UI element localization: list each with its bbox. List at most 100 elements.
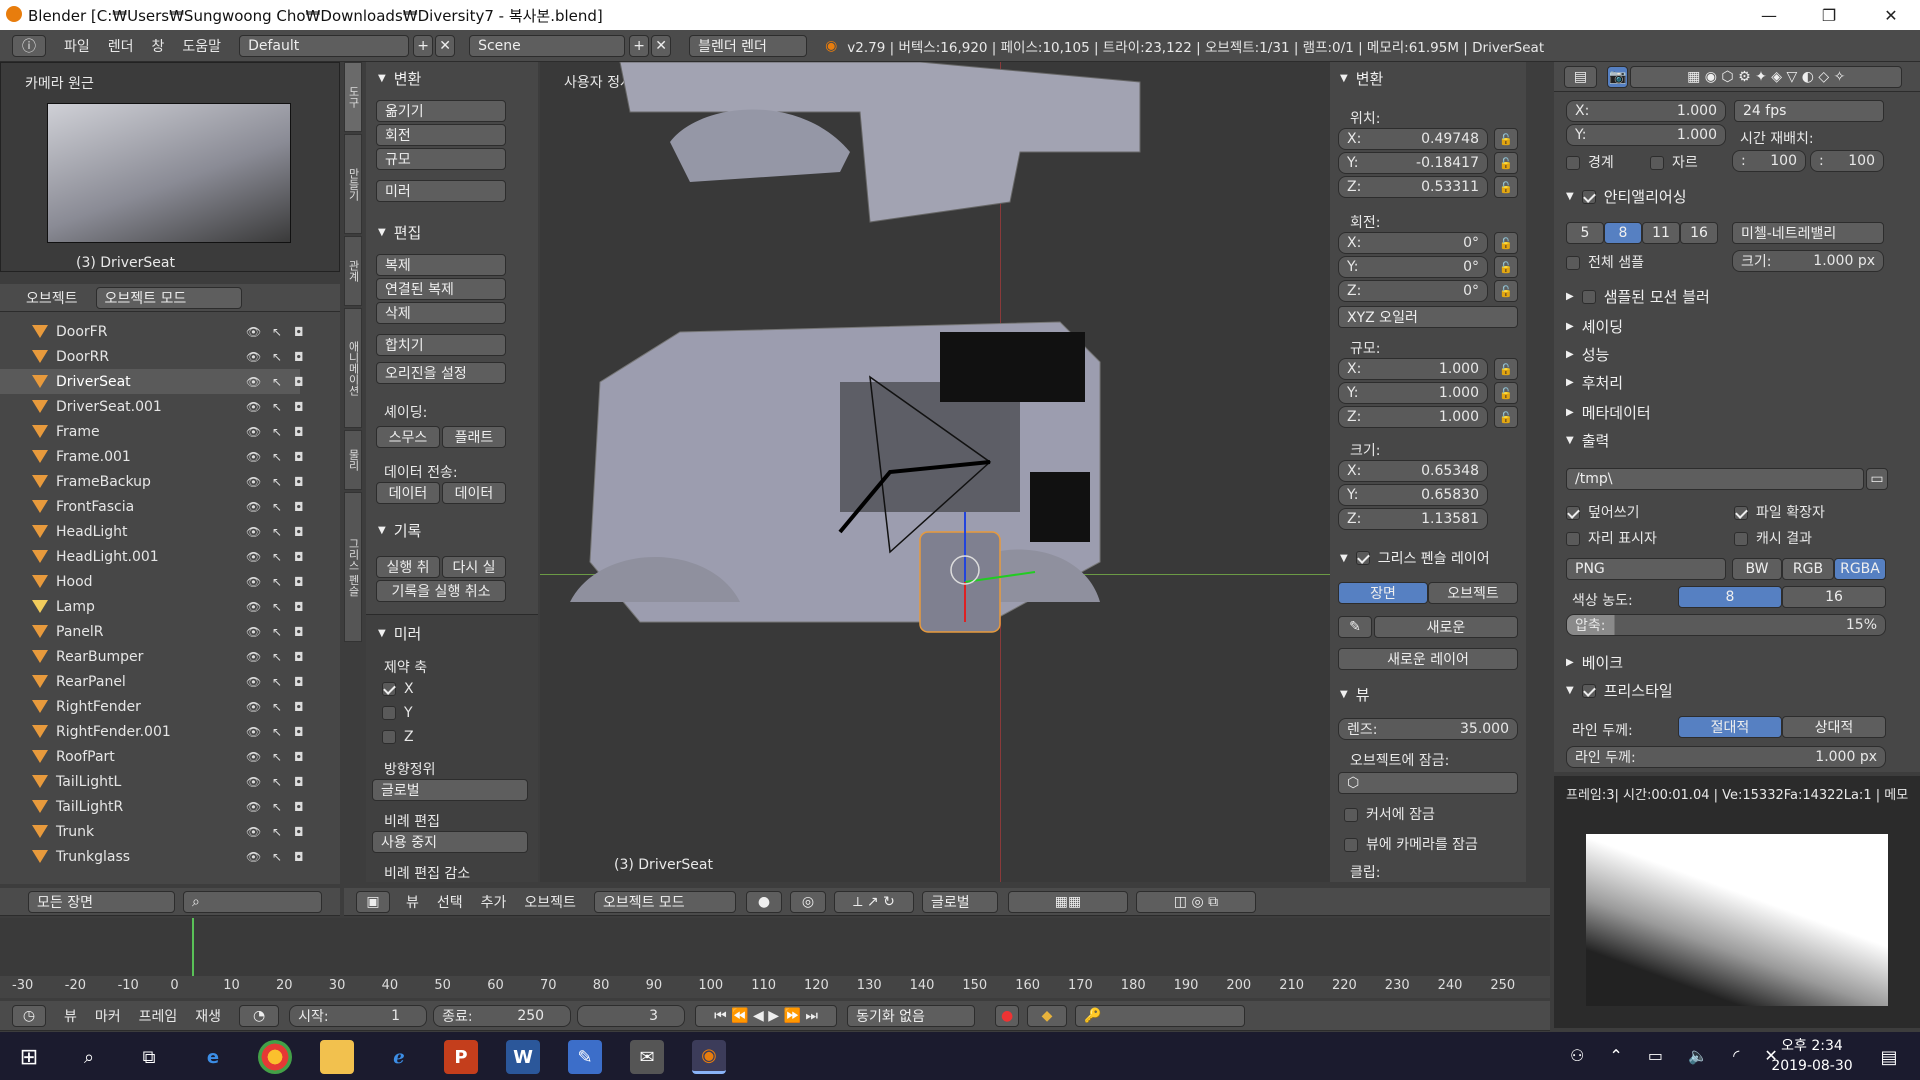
close-button[interactable]: ✕ [1862, 0, 1920, 30]
selectability-arrow-icon[interactable]: ↖ [272, 600, 282, 614]
lock-icon[interactable]: 🔓 [1494, 382, 1518, 404]
dim-field[interactable]: Y: 0.65830 [1338, 484, 1488, 506]
selectability-arrow-icon[interactable]: ↖ [272, 350, 282, 364]
cache-result-checkbox[interactable]: 캐시 결과 [1734, 528, 1812, 548]
sync-select[interactable]: 동기화 없음 [847, 1004, 976, 1027]
dim-field[interactable]: X: 0.65348 [1338, 460, 1488, 482]
camera-view[interactable]: 카메라 원근 (3) DriverSeat [0, 62, 340, 272]
selectability-arrow-icon[interactable]: ↖ [272, 450, 282, 464]
viewport-menu-add[interactable]: 추가 [481, 892, 507, 912]
metadata-section[interactable]: ▶ 메타데이터 [1566, 402, 1651, 423]
viewport-mode-select[interactable]: 오브젝트 모드 [593, 890, 736, 913]
visibility-eye-icon[interactable]: 👁 [246, 550, 261, 564]
outliner-item[interactable]: HeadLight 👁 ↖ ◘ [0, 519, 304, 544]
search-icon[interactable]: ⌕ [72, 1040, 106, 1074]
render-camera-icon[interactable]: ◘ [294, 750, 304, 764]
dim-field[interactable]: Z: 1.13581 [1338, 508, 1488, 530]
layout-select[interactable]: Default [239, 34, 410, 57]
pivot-icon[interactable]: ◎ [789, 890, 826, 913]
aa-8-button[interactable]: 8 [1604, 222, 1642, 244]
outliner-search-icon[interactable]: ⌕ [182, 890, 322, 913]
manipulator-icon[interactable]: ⟂ ↗ ↻ [833, 890, 914, 913]
outliner-item[interactable]: HeadLight.001 👁 ↖ ◘ [0, 544, 304, 569]
current-frame-indicator[interactable] [192, 918, 194, 978]
mail-icon[interactable]: ✉ [630, 1040, 664, 1074]
visibility-eye-icon[interactable]: 👁 [246, 850, 261, 864]
compression-slider[interactable]: 압축: 15% [1566, 614, 1886, 636]
depth-8-button[interactable]: 8 [1678, 586, 1782, 608]
filter-size-field[interactable]: 크기: 1.000 px [1732, 250, 1884, 272]
data-layout-button[interactable]: 데이터 [442, 482, 506, 504]
lock-icon[interactable]: 🔓 [1494, 358, 1518, 380]
aa-11-button[interactable]: 11 [1642, 222, 1680, 244]
visibility-eye-icon[interactable]: 👁 [246, 600, 261, 614]
file-format-select[interactable]: PNG [1566, 558, 1726, 580]
render-camera-icon[interactable]: ◘ [294, 525, 304, 539]
visibility-eye-icon[interactable]: 👁 [246, 725, 261, 739]
outliner-item[interactable]: DriverSeat 👁 ↖ ◘ [0, 369, 304, 394]
ie-icon[interactable]: ℯ [382, 1040, 416, 1074]
outliner-item[interactable]: DoorFR 👁 ↖ ◘ [0, 319, 304, 344]
render-camera-icon[interactable]: ◘ [294, 325, 304, 339]
gp-pencil-icon[interactable]: ✎ [1338, 616, 1372, 638]
rotate-button[interactable]: 회전 [376, 124, 506, 146]
lens-field[interactable]: 렌즈: 35.000 [1338, 718, 1518, 740]
lock-icon[interactable]: 🔓 [1494, 128, 1518, 150]
add-layout-button[interactable]: + [413, 34, 434, 57]
outliner-item[interactable]: RoofPart 👁 ↖ ◘ [0, 744, 304, 769]
visibility-eye-icon[interactable]: 👁 [246, 625, 261, 639]
rotation-mode-select[interactable]: XYZ 오일러 [1338, 306, 1518, 328]
selectability-arrow-icon[interactable]: ↖ [272, 825, 282, 839]
blender-taskbar-icon[interactable]: ◉ [692, 1040, 726, 1074]
end-frame-field[interactable]: 종료: 250 [433, 1004, 572, 1027]
overwrite-checkbox[interactable]: 덮어쓰기 [1566, 502, 1640, 522]
remap-old-field[interactable]: :100 [1732, 150, 1806, 172]
chrome-icon[interactable] [258, 1040, 292, 1074]
tool-tab[interactable]: 그리스 펜슬 [344, 492, 362, 642]
crop-checkbox[interactable]: 자르 [1650, 152, 1698, 172]
folder-icon[interactable]: ▭ [1866, 468, 1888, 490]
timeline-menu-playback[interactable]: 재생 [195, 1006, 221, 1026]
selectability-arrow-icon[interactable]: ↖ [272, 400, 282, 414]
start-menu-icon[interactable]: ⊞ [12, 1040, 46, 1074]
lock-icon[interactable]: 🔓 [1494, 152, 1518, 174]
remap-new-field[interactable]: :100 [1810, 150, 1884, 172]
menu-render[interactable]: 렌더 [108, 36, 134, 56]
visibility-eye-icon[interactable]: 👁 [246, 750, 261, 764]
render-engine-select[interactable]: 블렌더 렌더 [689, 34, 808, 57]
proportional-select[interactable]: 사용 중지 [372, 831, 528, 853]
visibility-eye-icon[interactable]: 👁 [246, 825, 261, 839]
file-explorer-icon[interactable] [320, 1040, 354, 1074]
outliner-item[interactable]: DriverSeat.001 👁 ↖ ◘ [0, 394, 304, 419]
edge-icon[interactable]: e [196, 1040, 230, 1074]
render-camera-icon[interactable]: ◘ [294, 375, 304, 389]
render-camera-icon[interactable]: ◘ [294, 600, 304, 614]
selectability-arrow-icon[interactable]: ↖ [272, 725, 282, 739]
grease-pencil-section[interactable]: ▼ 그리스 펜슬 레이어 [1340, 548, 1490, 568]
outliner-item[interactable]: Frame 👁 ↖ ◘ [0, 419, 304, 444]
lock-icon[interactable]: 🔓 [1494, 256, 1518, 278]
add-scene-button[interactable]: + [629, 34, 650, 57]
data-transfer-button[interactable]: 데이터 [376, 482, 440, 504]
bake-section[interactable]: ▶ 베이크 [1566, 652, 1623, 673]
snap-icon[interactable]: ◫ ◎ ⧉ [1135, 890, 1256, 913]
visibility-eye-icon[interactable]: 👁 [246, 500, 261, 514]
outliner-item[interactable]: RearBumper 👁 ↖ ◘ [0, 644, 304, 669]
selectability-arrow-icon[interactable]: ↖ [272, 625, 282, 639]
transform-section[interactable]: ▼ 변환 [378, 68, 421, 89]
set-origin-select[interactable]: 오리진을 설정 [376, 362, 506, 384]
visibility-eye-icon[interactable]: 👁 [246, 675, 261, 689]
res-x-field[interactable]: X: 1.000 [1566, 100, 1726, 122]
scl-field[interactable]: Y: 1.000 [1338, 382, 1488, 404]
aa-filter-select[interactable]: 미첼-네트레밸리 [1732, 222, 1884, 244]
visibility-eye-icon[interactable]: 👁 [246, 425, 261, 439]
outliner-item[interactable]: RightFender.001 👁 ↖ ◘ [0, 719, 304, 744]
tool-tab[interactable]: 물리 [344, 430, 362, 490]
scene-select[interactable]: Scene [469, 34, 626, 57]
outliner-item[interactable]: TailLightL 👁 ↖ ◘ [0, 769, 304, 794]
gp-scene-button[interactable]: 장면 [1338, 582, 1428, 604]
outliner-item[interactable]: Lamp 👁 ↖ ◘ [0, 594, 304, 619]
visibility-eye-icon[interactable]: 👁 [246, 525, 261, 539]
render-camera-icon[interactable]: ◘ [294, 625, 304, 639]
vehicle-model[interactable] [540, 62, 1330, 882]
